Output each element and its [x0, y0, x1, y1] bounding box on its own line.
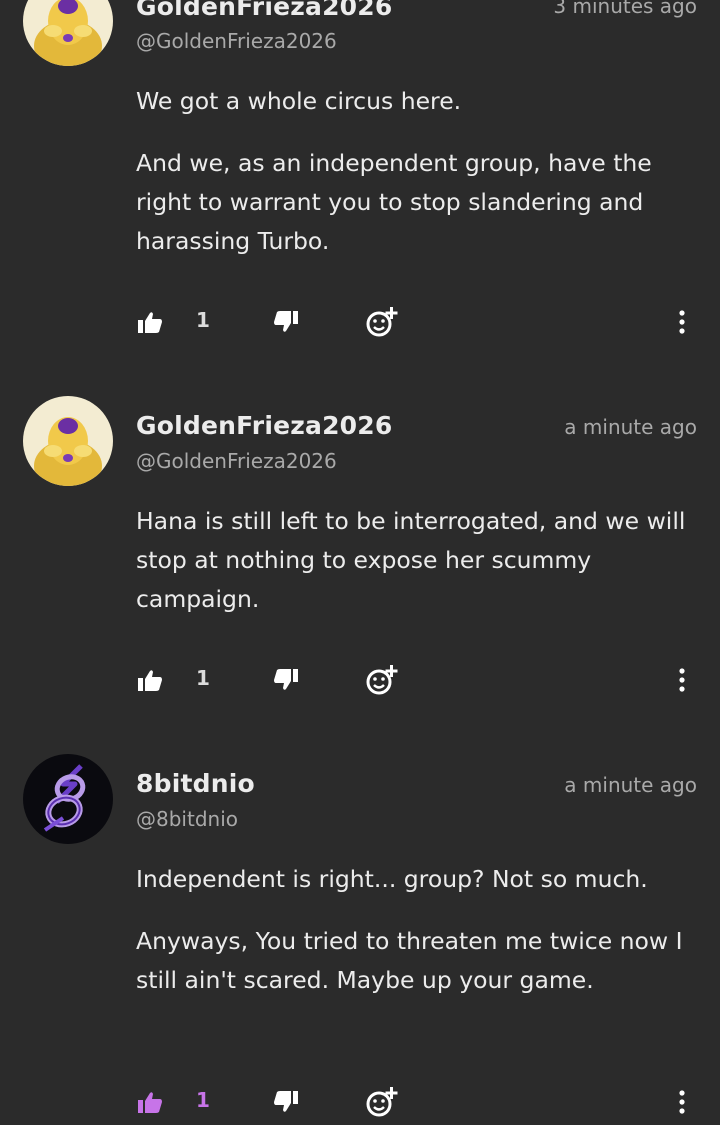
- dislike-button[interactable]: [272, 666, 300, 694]
- comment-text: Anyways, You tried to threaten me twice …: [136, 927, 683, 994]
- kebab-menu-icon: [679, 1090, 685, 1114]
- comment-text: We got a whole circus here.: [136, 87, 462, 115]
- username[interactable]: GoldenFrieza2026: [136, 0, 392, 21]
- thumbs-down-icon: [274, 311, 298, 332]
- avatar[interactable]: [23, 396, 113, 486]
- user-handle[interactable]: @GoldenFrieza2026: [136, 449, 337, 473]
- add-emoji-icon: [366, 307, 398, 337]
- username[interactable]: 8bitdnio: [136, 769, 255, 798]
- add-reaction-button[interactable]: [364, 664, 400, 696]
- like-count: 1: [196, 308, 210, 332]
- add-emoji-icon: [366, 665, 398, 695]
- avatar[interactable]: [23, 0, 113, 66]
- like-count: 1: [196, 1088, 210, 1112]
- more-options-button[interactable]: [670, 1088, 694, 1116]
- golden-frieza-avatar-icon: [23, 396, 113, 486]
- username[interactable]: GoldenFrieza2026: [136, 411, 392, 440]
- timestamp: a minute ago: [564, 773, 697, 797]
- user-handle[interactable]: @GoldenFrieza2026: [136, 29, 337, 53]
- like-button[interactable]: [136, 1088, 164, 1116]
- purple-8-logo-avatar-icon: [23, 754, 113, 844]
- timestamp: 3 minutes ago: [553, 0, 697, 18]
- add-reaction-button[interactable]: [364, 1086, 400, 1118]
- like-button[interactable]: [136, 308, 164, 336]
- thumbs-up-icon: [138, 1092, 162, 1113]
- comment-text: Hana is still left to be interrogated, a…: [136, 507, 686, 613]
- timestamp: a minute ago: [564, 415, 697, 439]
- avatar[interactable]: [23, 754, 113, 844]
- thumbs-up-icon: [138, 312, 162, 333]
- like-button[interactable]: [136, 666, 164, 694]
- kebab-menu-icon: [679, 668, 685, 692]
- user-handle[interactable]: @8bitdnio: [136, 807, 238, 831]
- comment-text: And we, as an independent group, have th…: [136, 149, 652, 255]
- more-options-button[interactable]: [670, 308, 694, 336]
- add-emoji-icon: [366, 1087, 398, 1117]
- dislike-button[interactable]: [272, 1088, 300, 1116]
- kebab-menu-icon: [679, 310, 685, 334]
- thumbs-down-icon: [274, 1091, 298, 1112]
- comment-text: Independent is right... group? Not so mu…: [136, 865, 648, 893]
- dislike-button[interactable]: [272, 308, 300, 336]
- golden-frieza-avatar-icon: [23, 0, 113, 66]
- thumbs-down-icon: [274, 669, 298, 690]
- more-options-button[interactable]: [670, 666, 694, 694]
- add-reaction-button[interactable]: [364, 306, 400, 338]
- like-count: 1: [196, 666, 210, 690]
- thumbs-up-icon: [138, 670, 162, 691]
